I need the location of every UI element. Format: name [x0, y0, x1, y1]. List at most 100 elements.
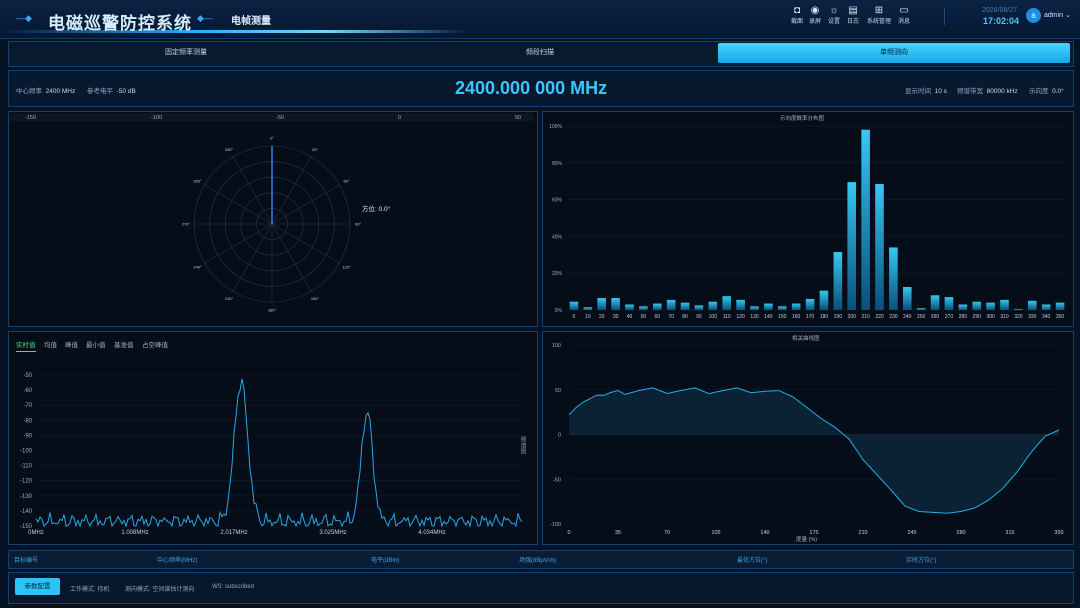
spectrum-y-tick: -140: [20, 509, 33, 515]
header-date: 2026/08/27: [982, 7, 1018, 14]
spectrum-y-tick: -80: [23, 418, 32, 424]
correlation-x-axis-label: 度量 (%): [796, 537, 818, 543]
bar-x-tick: 100: [709, 314, 718, 320]
display-time-readout: 显示时间 10 s: [905, 88, 947, 95]
log-icon: ▤: [848, 5, 858, 16]
scale-tick: 0: [398, 115, 402, 121]
spectrum-x-tick: 3.025MHz: [319, 530, 346, 536]
bar-x-tick: 60: [654, 314, 660, 320]
polar-spoke: [204, 223, 273, 264]
bar: [680, 302, 690, 310]
bar-x-tick: 40: [627, 314, 633, 320]
bar: [736, 299, 745, 310]
correlation-x-tick: 280: [956, 530, 965, 536]
bar: [847, 182, 857, 310]
column-header: 目标编号: [14, 558, 39, 564]
bar: [1055, 302, 1065, 310]
bearing-label: 方位: 0.0°: [362, 206, 391, 213]
polar-scale-bar: [10, 113, 534, 121]
bar: [694, 305, 704, 310]
bar: [708, 301, 718, 310]
polar-spoke: [271, 223, 312, 292]
bar-x-tick: 70: [668, 314, 674, 320]
column-header: 中心频率(MHz): [157, 558, 198, 564]
correlation-x-tick: 105: [711, 530, 720, 536]
polar-angle-label: 60°: [343, 179, 349, 184]
spectrum-y-tick: -100: [20, 449, 33, 455]
chevron-down-icon: ⌄: [1065, 12, 1071, 19]
page-title: 电帧测量: [231, 16, 271, 27]
polar-angle-label: 210°: [225, 296, 234, 301]
bar-x-tick: 140: [764, 314, 773, 320]
log-button[interactable]: ▤ 日志: [842, 5, 864, 25]
polar-spoke: [204, 184, 273, 225]
polar-spoke: [271, 156, 312, 225]
bar: [1041, 304, 1051, 310]
bar: [861, 129, 870, 310]
bar-y-tick: 20%: [552, 271, 563, 277]
spectrum-side-label: 频谱图: [519, 436, 525, 454]
bar-x-tick: 160: [792, 314, 801, 320]
column-header: 实时方位(°): [906, 558, 937, 564]
bar: [972, 301, 982, 310]
spectrum-y-tick: -90: [23, 433, 32, 439]
spectrum-x-tick: 4.034MHz: [418, 530, 445, 536]
message-button[interactable]: ▭ 消息: [893, 5, 915, 25]
correlation-x-tick: 210: [858, 530, 867, 536]
bar: [639, 306, 648, 310]
bar: [944, 297, 954, 310]
bar: [958, 304, 968, 310]
bar-x-tick: 270: [945, 314, 954, 320]
tab-band-scan[interactable]: 频段扫描: [364, 43, 716, 63]
bar: [750, 306, 759, 310]
bar-y-tick: 100%: [549, 124, 562, 130]
polar-spoke: [271, 184, 340, 225]
polar-angle-label: 150°: [311, 296, 320, 301]
spectrum-y-tick: -120: [20, 479, 33, 485]
bar-x-tick: 150: [778, 314, 787, 320]
polar-spoke: [232, 156, 273, 225]
polar-angle-label: 90°: [355, 222, 361, 227]
correlation-x-tick: 70: [664, 530, 670, 536]
spectrum-y-tick: -110: [20, 464, 32, 470]
spectrum-x-tick: 2.017MHz: [220, 530, 247, 536]
title-left-deco: —◆: [16, 13, 32, 23]
spectrum-trace: [35, 378, 523, 528]
tab-single-df[interactable]: 单频测向: [718, 43, 1070, 63]
scale-tick: -150: [25, 115, 37, 121]
bar-x-tick: 80: [682, 314, 688, 320]
bar-y-tick: 0%: [555, 308, 563, 314]
polar-spoke: [271, 223, 340, 264]
correlation-y-tick: -100: [550, 522, 561, 528]
tab-fixed-frequency[interactable]: 固定频率测量: [10, 43, 362, 63]
correlation-y-tick: -50: [553, 477, 561, 483]
bar: [889, 247, 898, 310]
param-config-button[interactable]: 参数配置: [15, 578, 60, 595]
system-manage-button[interactable]: ⊞ 系统管理: [865, 5, 893, 25]
bar: [902, 287, 912, 310]
spectrum-x-tick: 1.008MHz: [121, 530, 148, 536]
main-frequency-display: 2400.000 000 MHz: [455, 78, 608, 98]
bar-x-tick: 260: [931, 314, 940, 320]
spectrum-y-tick: -130: [20, 494, 33, 500]
bar-x-tick: 210: [861, 314, 870, 320]
bar: [611, 298, 620, 310]
spectrum-x-tick: 0MHz: [28, 530, 44, 536]
bar: [819, 290, 829, 310]
bar: [1027, 300, 1037, 310]
avatar[interactable]: a: [1026, 8, 1041, 23]
header-time: 17:02:04: [983, 16, 1020, 26]
bar-x-tick: 20: [599, 314, 605, 320]
scale-tick: 50: [515, 115, 522, 121]
direction-readout: 示向度 0.0°: [1029, 88, 1064, 95]
reference-level-readout: 参考电平 -50 dB: [87, 88, 136, 95]
spectrum-y-tick: -60: [23, 388, 32, 394]
center-frequency-readout: 中心频率 2400 MHz: [16, 88, 76, 95]
spectrum-y-tick: -50: [23, 373, 32, 379]
bar-y-tick: 60%: [552, 198, 563, 204]
bar: [1000, 299, 1009, 310]
user-menu[interactable]: admin ⌄: [1044, 11, 1071, 19]
correlation-x-tick: 350: [1054, 530, 1063, 536]
bar-x-tick: 170: [806, 314, 815, 320]
scale-tick: -100: [151, 115, 163, 121]
